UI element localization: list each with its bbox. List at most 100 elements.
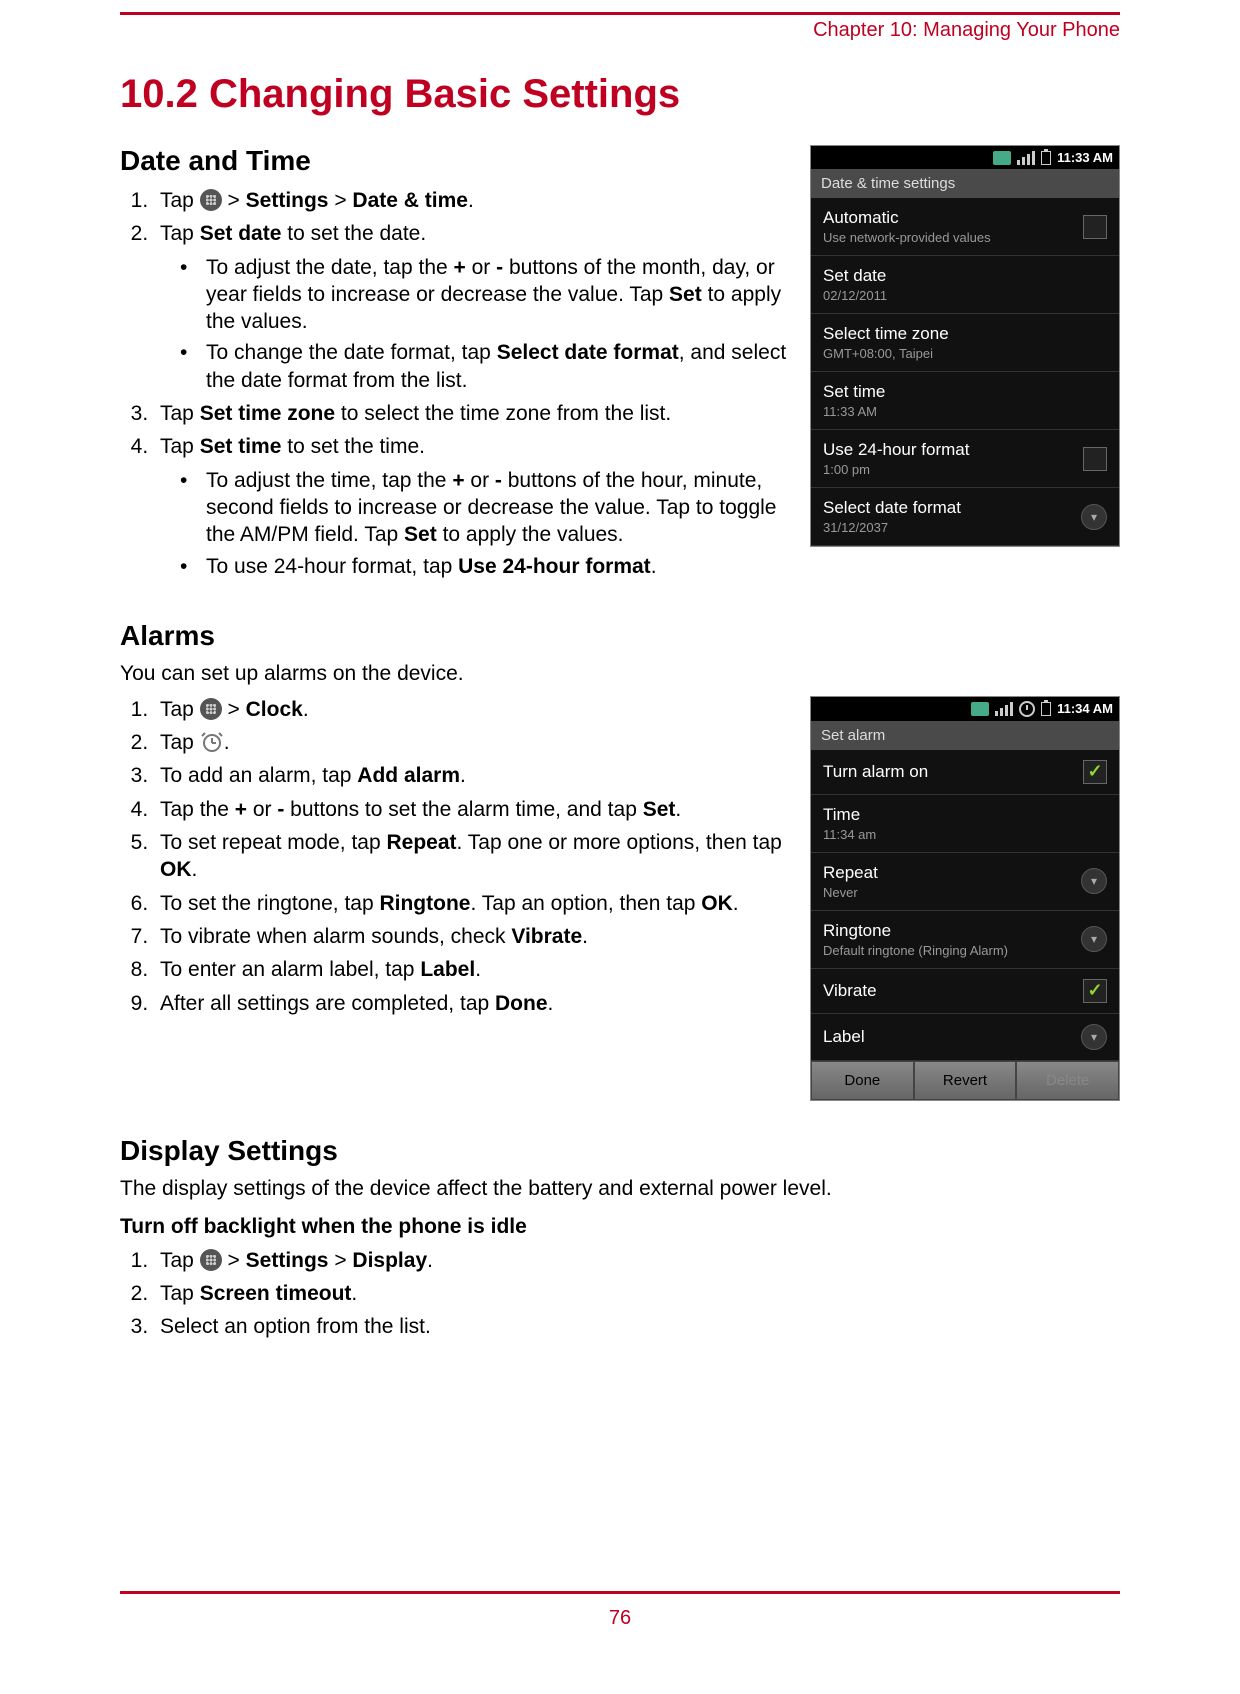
text: . [651, 555, 657, 578]
label: Repeat [823, 863, 878, 883]
row-repeat[interactable]: RepeatNever ▾ [811, 853, 1119, 911]
revert-button[interactable]: Revert [914, 1061, 1017, 1100]
text: Clock [246, 698, 303, 721]
text: to set the time. [281, 435, 425, 458]
row-label[interactable]: Label ▾ [811, 1014, 1119, 1061]
alarms-steps: Tap > Clock. Tap . To add an alarm, tap … [154, 696, 790, 1017]
label: Select date format [823, 498, 961, 518]
text: Ringtone [379, 892, 470, 915]
row-time[interactable]: Time11:34 am [811, 795, 1119, 853]
list-item: To change the date format, tap Select da… [180, 339, 790, 394]
row-turn-alarm-on[interactable]: Turn alarm on [811, 750, 1119, 795]
alarm-status-icon [1019, 701, 1035, 717]
text: . [303, 698, 309, 721]
text: Set [404, 523, 437, 546]
text: Set time zone [200, 402, 335, 425]
text: To enter an alarm label, tap [160, 958, 420, 981]
text: > [222, 1249, 246, 1272]
text: . [675, 798, 681, 821]
text: To use 24-hour format, tap [206, 555, 458, 578]
checkbox[interactable] [1083, 215, 1107, 239]
chevron-down-icon: ▾ [1081, 868, 1107, 894]
list-item: To adjust the time, tap the + or - butto… [180, 467, 790, 549]
page-number: 76 [0, 1607, 1240, 1630]
list-item: Tap the + or - buttons to set the alarm … [154, 796, 790, 823]
text: Label [420, 958, 475, 981]
display-steps: Tap > Settings > Display. Tap Screen tim… [154, 1247, 1120, 1341]
row-vibrate[interactable]: Vibrate [811, 969, 1119, 1014]
sim-icon [971, 702, 989, 716]
text: Tap [160, 731, 200, 754]
text: Set [669, 283, 702, 306]
label: Label [823, 1027, 865, 1047]
delete-button[interactable]: Delete [1016, 1061, 1119, 1100]
sublabel: Use network-provided values [823, 230, 991, 245]
chevron-down-icon: ▾ [1081, 1024, 1107, 1050]
row-ringtone[interactable]: RingtoneDefault ringtone (Ringing Alarm)… [811, 911, 1119, 969]
label: Automatic [823, 208, 991, 228]
text: Tap [160, 189, 200, 212]
list-item: To use 24-hour format, tap Use 24-hour f… [180, 553, 790, 580]
list-item: Tap Set time to set the time. To adjust … [154, 433, 790, 579]
checkbox-checked[interactable] [1083, 979, 1107, 1003]
text: Screen timeout [200, 1282, 352, 1305]
sim-icon [993, 151, 1011, 165]
row-time-zone[interactable]: Select time zoneGMT+08:00, Taipei [811, 314, 1119, 372]
text: OK [160, 858, 192, 881]
list-item: Select an option from the list. [154, 1313, 1120, 1340]
signal-icon [1017, 151, 1035, 165]
row-set-time[interactable]: Set time11:33 AM [811, 372, 1119, 430]
label: Ringtone [823, 921, 1008, 941]
text: Repeat [386, 831, 456, 854]
text: > [328, 1249, 352, 1272]
text: Tap the [160, 798, 235, 821]
screen-title: Date & time settings [811, 169, 1119, 198]
text: Display [352, 1249, 427, 1272]
checkbox[interactable] [1083, 447, 1107, 471]
status-bar: 11:33 AM [811, 146, 1119, 169]
display-heading: Display Settings [120, 1135, 1120, 1167]
list-item: Tap > Settings > Date & time. [154, 187, 790, 214]
text: To adjust the date, tap the [206, 256, 454, 279]
text: To add an alarm, tap [160, 764, 357, 787]
label: Use 24-hour format [823, 440, 969, 460]
date-time-screenshot: 11:33 AM Date & time settings Automatic U… [810, 145, 1120, 547]
list-item: To enter an alarm label, tap Label. [154, 956, 790, 983]
done-button[interactable]: Done [811, 1061, 914, 1100]
list-item: To add an alarm, tap Add alarm. [154, 762, 790, 789]
row-set-date[interactable]: Set date02/12/2011 [811, 256, 1119, 314]
sublabel: 1:00 pm [823, 462, 969, 477]
text: to set the date. [281, 222, 426, 245]
text: buttons to set the alarm time, and tap [284, 798, 642, 821]
chevron-down-icon: ▾ [1081, 504, 1107, 530]
text: To vibrate when alarm sounds, check [160, 925, 511, 948]
text: + [452, 469, 464, 492]
alarms-heading: Alarms [120, 620, 1120, 652]
text: Done [495, 992, 548, 1015]
date-time-heading: Date and Time [120, 145, 790, 177]
chapter-title: Chapter 10: Managing Your Phone [813, 15, 1120, 42]
text: . Tap one or more options, then tap [457, 831, 782, 854]
row-automatic[interactable]: Automatic Use network-provided values [811, 198, 1119, 256]
section-heading: 10.2 Changing Basic Settings [120, 72, 1120, 117]
label: Set date [823, 266, 887, 286]
row-use-24h[interactable]: Use 24-hour format 1:00 pm [811, 430, 1119, 488]
text: . [192, 858, 198, 881]
label: Select time zone [823, 324, 949, 344]
checkbox-checked[interactable] [1083, 760, 1107, 784]
text: or [466, 256, 496, 279]
row-date-format[interactable]: Select date format31/12/2037 ▾ [811, 488, 1119, 546]
list-item: To vibrate when alarm sounds, check Vibr… [154, 923, 790, 950]
battery-icon [1041, 151, 1051, 165]
status-bar: 11:34 AM [811, 697, 1119, 721]
text: . [351, 1282, 357, 1305]
text: + [454, 256, 466, 279]
date-time-steps: Tap > Settings > Date & time. Tap Set da… [154, 187, 790, 580]
text: Tap [160, 698, 200, 721]
battery-icon [1041, 702, 1051, 716]
alarm-clock-icon [200, 730, 224, 754]
label: Set time [823, 382, 885, 402]
text: > [222, 189, 246, 212]
text: To change the date format, tap [206, 341, 497, 364]
text: > [328, 189, 352, 212]
